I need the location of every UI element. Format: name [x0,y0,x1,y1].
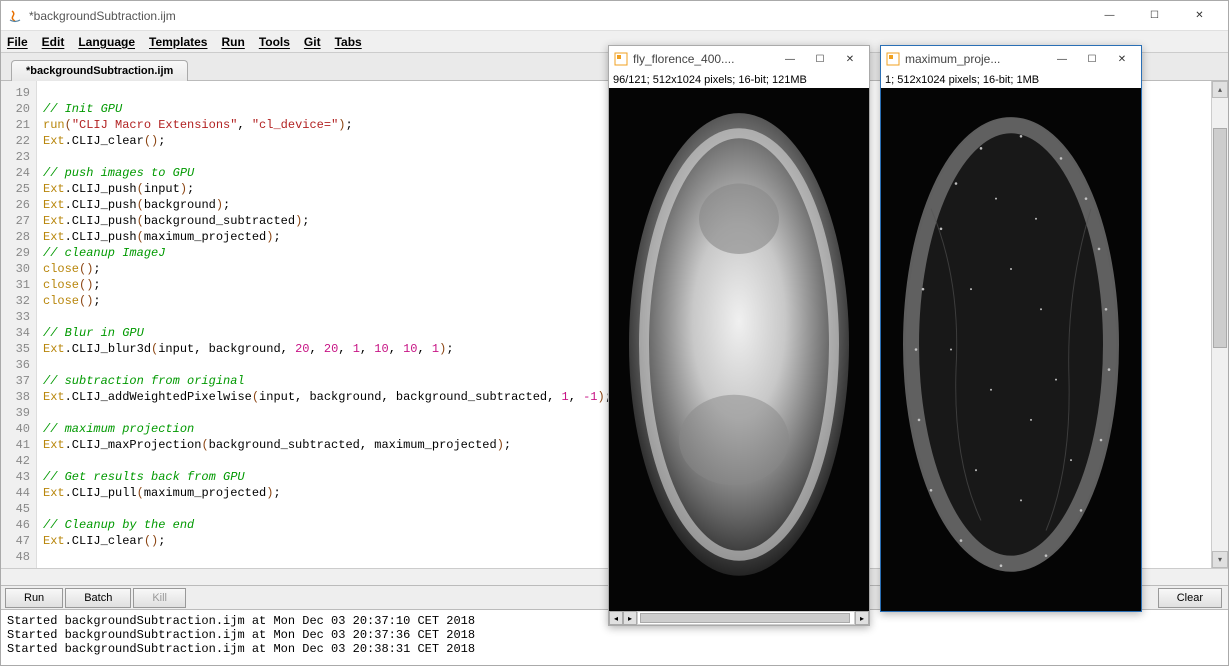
batch-button[interactable]: Batch [65,588,131,608]
menu-language[interactable]: Language [78,35,135,49]
image2-title: maximum_proje... [905,52,1047,66]
image-window-maxproj[interactable]: maximum_proje... — ☐ ✕ 1; 512x1024 pixel… [880,45,1142,612]
image1-maximize[interactable]: ☐ [805,48,835,70]
imagej-icon [613,51,629,67]
image2-titlebar[interactable]: maximum_proje... — ☐ ✕ [881,46,1141,72]
editor-vscroll[interactable]: ▴ ▾ [1211,81,1228,568]
maximize-button[interactable]: ☐ [1132,2,1177,30]
imagej-icon [885,51,901,67]
image2-minimize[interactable]: — [1047,48,1077,70]
image1-canvas[interactable] [609,88,869,611]
scroll-thumb[interactable] [1213,128,1227,348]
run-button[interactable]: Run [5,588,63,608]
image1-slice-scroll[interactable]: ◂ ▸ ▸ [609,611,869,625]
image2-info: 1; 512x1024 pixels; 16-bit; 1MB [881,72,1141,88]
kill-button[interactable]: Kill [133,588,186,608]
menu-file[interactable]: File [7,35,28,49]
image2-canvas[interactable] [881,88,1141,611]
image2-close[interactable]: ✕ [1107,48,1137,70]
image1-title: fly_florence_400.... [633,52,775,66]
slice-prev-icon[interactable]: ◂ [609,611,623,625]
image1-minimize[interactable]: — [775,48,805,70]
image1-titlebar[interactable]: fly_florence_400.... — ☐ ✕ [609,46,869,72]
menu-run[interactable]: Run [221,35,244,49]
minimize-button[interactable]: — [1087,2,1132,30]
slice-next-icon[interactable]: ▸ [623,611,637,625]
menu-tabs[interactable]: Tabs [335,35,362,49]
slice-end-icon[interactable]: ▸ [855,611,869,625]
main-title: *backgroundSubtraction.ijm [29,9,1087,23]
menu-tools[interactable]: Tools [259,35,290,49]
scroll-down-icon[interactable]: ▾ [1212,551,1228,568]
java-icon [7,8,23,24]
main-titlebar[interactable]: *backgroundSubtraction.ijm — ☐ ✕ [1,1,1228,31]
menu-git[interactable]: Git [304,35,321,49]
line-gutter: 1920212223242526272829303132333435363738… [1,81,37,568]
image1-info: 96/121; 512x1024 pixels; 16-bit; 121MB [609,72,869,88]
scroll-up-icon[interactable]: ▴ [1212,81,1228,98]
clear-button[interactable]: Clear [1158,588,1222,608]
menu-templates[interactable]: Templates [149,35,207,49]
close-button[interactable]: ✕ [1177,2,1222,30]
image2-maximize[interactable]: ☐ [1077,48,1107,70]
menu-edit[interactable]: Edit [42,35,65,49]
slice-thumb[interactable] [640,613,850,623]
image-window-fly[interactable]: fly_florence_400.... — ☐ ✕ 96/121; 512x1… [608,45,870,626]
image1-close[interactable]: ✕ [835,48,865,70]
tab-script[interactable]: *backgroundSubtraction.ijm [11,60,188,81]
